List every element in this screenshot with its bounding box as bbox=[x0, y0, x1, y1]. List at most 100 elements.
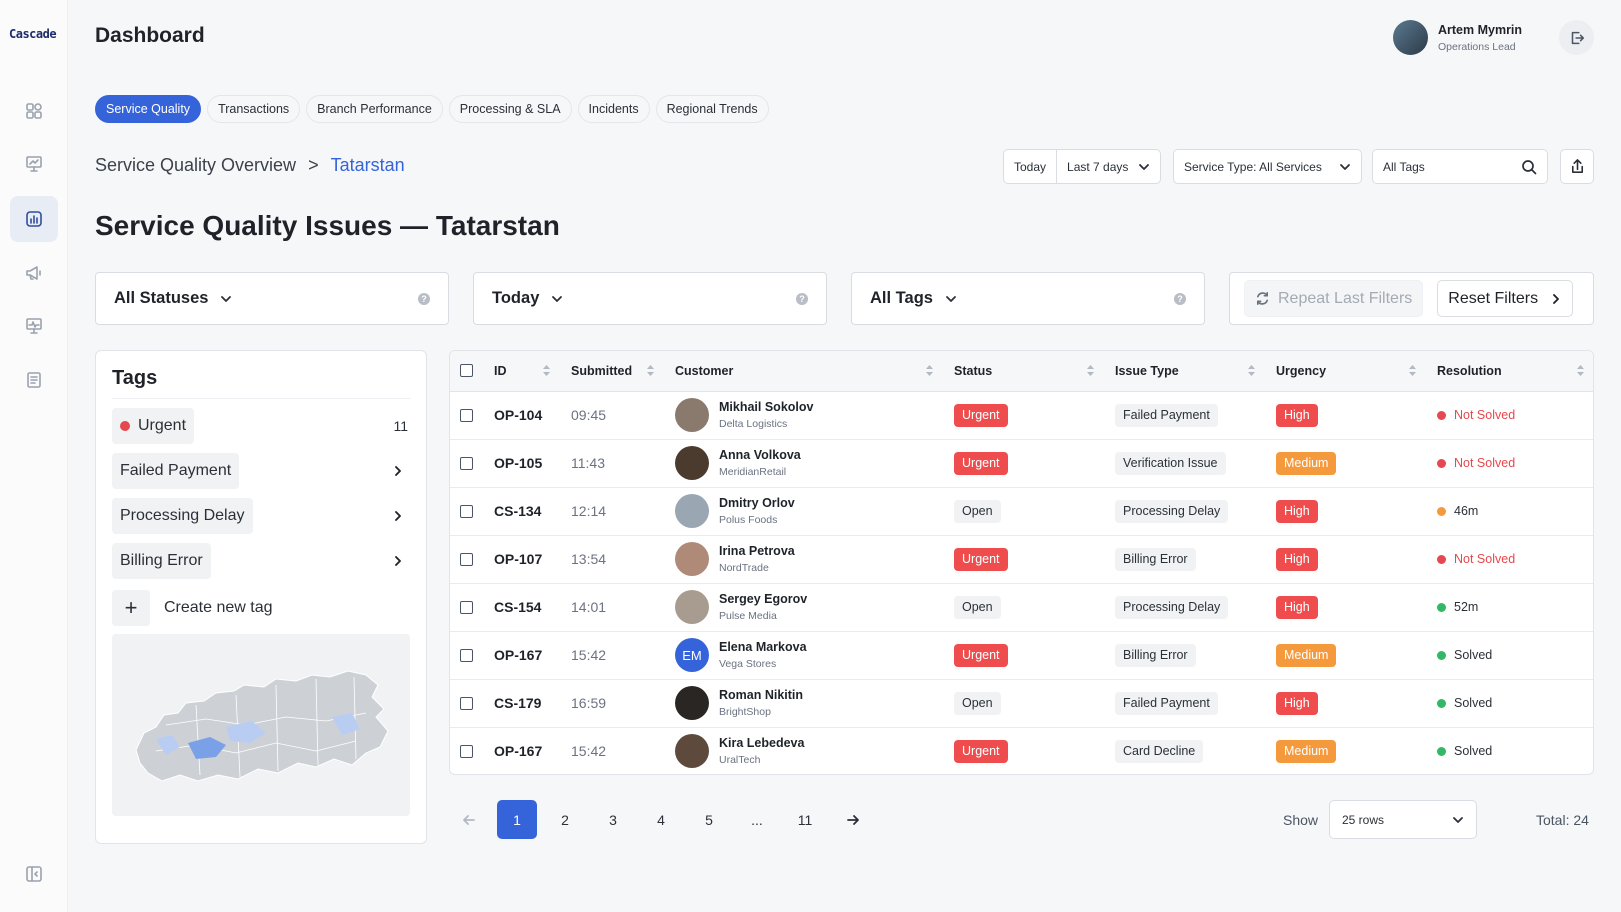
select-all-checkbox[interactable] bbox=[460, 364, 473, 378]
tab-incidents[interactable]: Incidents bbox=[577, 95, 650, 123]
row-checkbox[interactable] bbox=[460, 456, 473, 470]
page-4-button[interactable]: 4 bbox=[641, 800, 681, 839]
column-header-submitted[interactable]: Submitted bbox=[561, 351, 665, 392]
tag-pill[interactable]: Billing Error bbox=[112, 543, 211, 579]
help-icon[interactable]: ? bbox=[418, 292, 430, 305]
issue-id[interactable]: OP-104 bbox=[494, 407, 542, 423]
row-select-cell[interactable] bbox=[450, 727, 484, 774]
tag-pill[interactable]: Processing Delay bbox=[112, 498, 253, 534]
table-row[interactable]: OP-107 13:54 Irina Petrova NordTrade Urgent B… bbox=[450, 535, 1593, 584]
user-profile[interactable]: Artem Mymrin Operations Lead bbox=[1393, 20, 1522, 55]
table-row[interactable]: OP-104 09:45 Mikhail Sokolov Delta Logistic… bbox=[450, 391, 1593, 440]
sort-icon[interactable] bbox=[1247, 364, 1256, 377]
tag-item-processing-delay[interactable]: Processing Delay bbox=[112, 498, 410, 534]
table-row[interactable]: CS-134 12:14 Dmitry Orlov Polus Foods Open Pr… bbox=[450, 487, 1593, 536]
logout-button[interactable] bbox=[1559, 20, 1594, 55]
row-checkbox[interactable] bbox=[460, 600, 473, 614]
select-all-cell[interactable] bbox=[450, 351, 484, 392]
issue-id[interactable]: OP-167 bbox=[494, 647, 542, 663]
row-checkbox[interactable] bbox=[460, 552, 473, 566]
page-3-button[interactable]: 3 bbox=[593, 800, 633, 839]
reset-filters-button[interactable]: Reset Filters bbox=[1437, 280, 1574, 317]
table-row[interactable]: OP-105 11:43 Anna Volkova MeridianRetail Urg… bbox=[450, 439, 1593, 488]
chevron-right-icon[interactable] bbox=[392, 555, 404, 567]
row-select-cell[interactable] bbox=[450, 679, 484, 728]
issue-id[interactable]: OP-107 bbox=[494, 551, 542, 567]
row-checkbox[interactable] bbox=[460, 504, 473, 518]
table-row[interactable]: OP-167 15:42 EM Elena Markova Vega Stores Urg… bbox=[450, 631, 1593, 680]
sort-icon[interactable] bbox=[646, 364, 655, 377]
column-header-customer[interactable]: Customer bbox=[665, 351, 944, 392]
status-filter[interactable]: All Statuses ? bbox=[95, 272, 449, 325]
tab-branch-performance[interactable]: Branch Performance bbox=[306, 95, 443, 123]
column-header-id[interactable]: ID bbox=[484, 351, 561, 392]
row-select-cell[interactable] bbox=[450, 391, 484, 440]
sidebar-item-documents[interactable] bbox=[10, 357, 58, 403]
tab-processing-sla[interactable]: Processing & SLA bbox=[448, 95, 572, 123]
tag-item-billing-error[interactable]: Billing Error bbox=[112, 543, 410, 579]
tab-regional-trends[interactable]: Regional Trends bbox=[655, 95, 769, 123]
row-select-cell[interactable] bbox=[450, 487, 484, 536]
row-checkbox[interactable] bbox=[460, 696, 473, 710]
row-select-cell[interactable] bbox=[450, 631, 484, 680]
sort-icon[interactable] bbox=[1408, 364, 1417, 377]
help-icon[interactable]: ? bbox=[796, 292, 808, 305]
row-select-cell[interactable] bbox=[450, 583, 484, 632]
today-button[interactable]: Today bbox=[1004, 150, 1056, 183]
table-row[interactable]: CS-154 14:01 Sergey Egorov Pulse Media Open P… bbox=[450, 583, 1593, 632]
chevron-right-icon[interactable] bbox=[392, 465, 404, 477]
sort-icon[interactable] bbox=[1576, 364, 1585, 377]
issue-id[interactable]: CS-179 bbox=[494, 695, 541, 711]
column-header-status[interactable]: Status bbox=[944, 351, 1105, 392]
page-5-button[interactable]: 5 bbox=[689, 800, 729, 839]
sidebar-item-monitor[interactable] bbox=[10, 303, 58, 349]
sort-icon[interactable] bbox=[1086, 364, 1095, 377]
row-select-cell[interactable] bbox=[450, 439, 484, 488]
row-checkbox[interactable] bbox=[460, 408, 473, 422]
sort-icon[interactable] bbox=[542, 364, 551, 377]
column-header-urgency[interactable]: Urgency bbox=[1266, 351, 1427, 392]
service-type-select[interactable]: Service Type: All Services bbox=[1173, 149, 1362, 184]
sidebar-item-grid[interactable] bbox=[10, 88, 58, 134]
page-11-button[interactable]: 11 bbox=[785, 800, 825, 839]
tag-item-urgent[interactable]: Urgent 11 bbox=[112, 408, 410, 444]
issue-id[interactable]: CS-154 bbox=[494, 599, 541, 615]
issue-id[interactable]: CS-134 bbox=[494, 503, 541, 519]
region-map[interactable] bbox=[112, 634, 410, 816]
column-header-issue-type[interactable]: Issue Type bbox=[1105, 351, 1266, 392]
page-2-button[interactable]: 2 bbox=[545, 800, 585, 839]
tag-pill[interactable]: Failed Payment bbox=[112, 453, 240, 489]
create-tag-button[interactable]: + Create new tag bbox=[112, 590, 410, 626]
tags-filter[interactable]: All Tags ? bbox=[851, 272, 1205, 325]
issue-id[interactable]: OP-167 bbox=[494, 743, 542, 759]
tab-transactions[interactable]: Transactions bbox=[207, 95, 301, 123]
export-button[interactable] bbox=[1560, 149, 1594, 184]
tag-pill[interactable]: Urgent bbox=[112, 408, 195, 444]
tab-service-quality[interactable]: Service Quality bbox=[95, 95, 202, 123]
sidebar-item-presentation[interactable] bbox=[10, 141, 58, 187]
row-select-cell[interactable] bbox=[450, 535, 484, 584]
issue-id[interactable]: OP-105 bbox=[494, 455, 542, 471]
sidebar-item-analytics[interactable] bbox=[10, 196, 58, 242]
page-1-button[interactable]: 1 bbox=[497, 800, 537, 839]
next-page-button[interactable] bbox=[833, 800, 873, 839]
sidebar-item-campaigns[interactable] bbox=[10, 250, 58, 296]
range-select[interactable]: Last 7 days bbox=[1057, 150, 1160, 183]
row-checkbox[interactable] bbox=[460, 744, 473, 758]
rows-per-page-select[interactable]: 25 rows bbox=[1329, 800, 1477, 839]
sort-icon[interactable] bbox=[925, 364, 934, 377]
column-header-resolution[interactable]: Resolution bbox=[1427, 351, 1593, 392]
collapse-sidebar-button[interactable] bbox=[10, 851, 58, 897]
tag-item-failed-payment[interactable]: Failed Payment bbox=[112, 453, 410, 489]
tags-search[interactable]: All Tags bbox=[1372, 149, 1548, 184]
table-row[interactable]: OP-167 15:42 Kira Lebedeva UralTech Urgent Ca… bbox=[450, 727, 1593, 774]
breadcrumb-parent[interactable]: Service Quality Overview bbox=[95, 155, 296, 176]
table-row[interactable]: CS-179 16:59 Roman Nikitin BrightShop Open Fa… bbox=[450, 679, 1593, 728]
repeat-last-filters-button[interactable]: Repeat Last Filters bbox=[1244, 280, 1424, 317]
date-filter[interactable]: Today ? bbox=[473, 272, 827, 325]
prev-page-button[interactable] bbox=[449, 800, 489, 839]
row-checkbox[interactable] bbox=[460, 648, 473, 662]
help-icon[interactable]: ? bbox=[1174, 292, 1186, 305]
tags-search-input[interactable]: All Tags bbox=[1383, 160, 1425, 174]
chevron-right-icon[interactable] bbox=[392, 510, 404, 522]
